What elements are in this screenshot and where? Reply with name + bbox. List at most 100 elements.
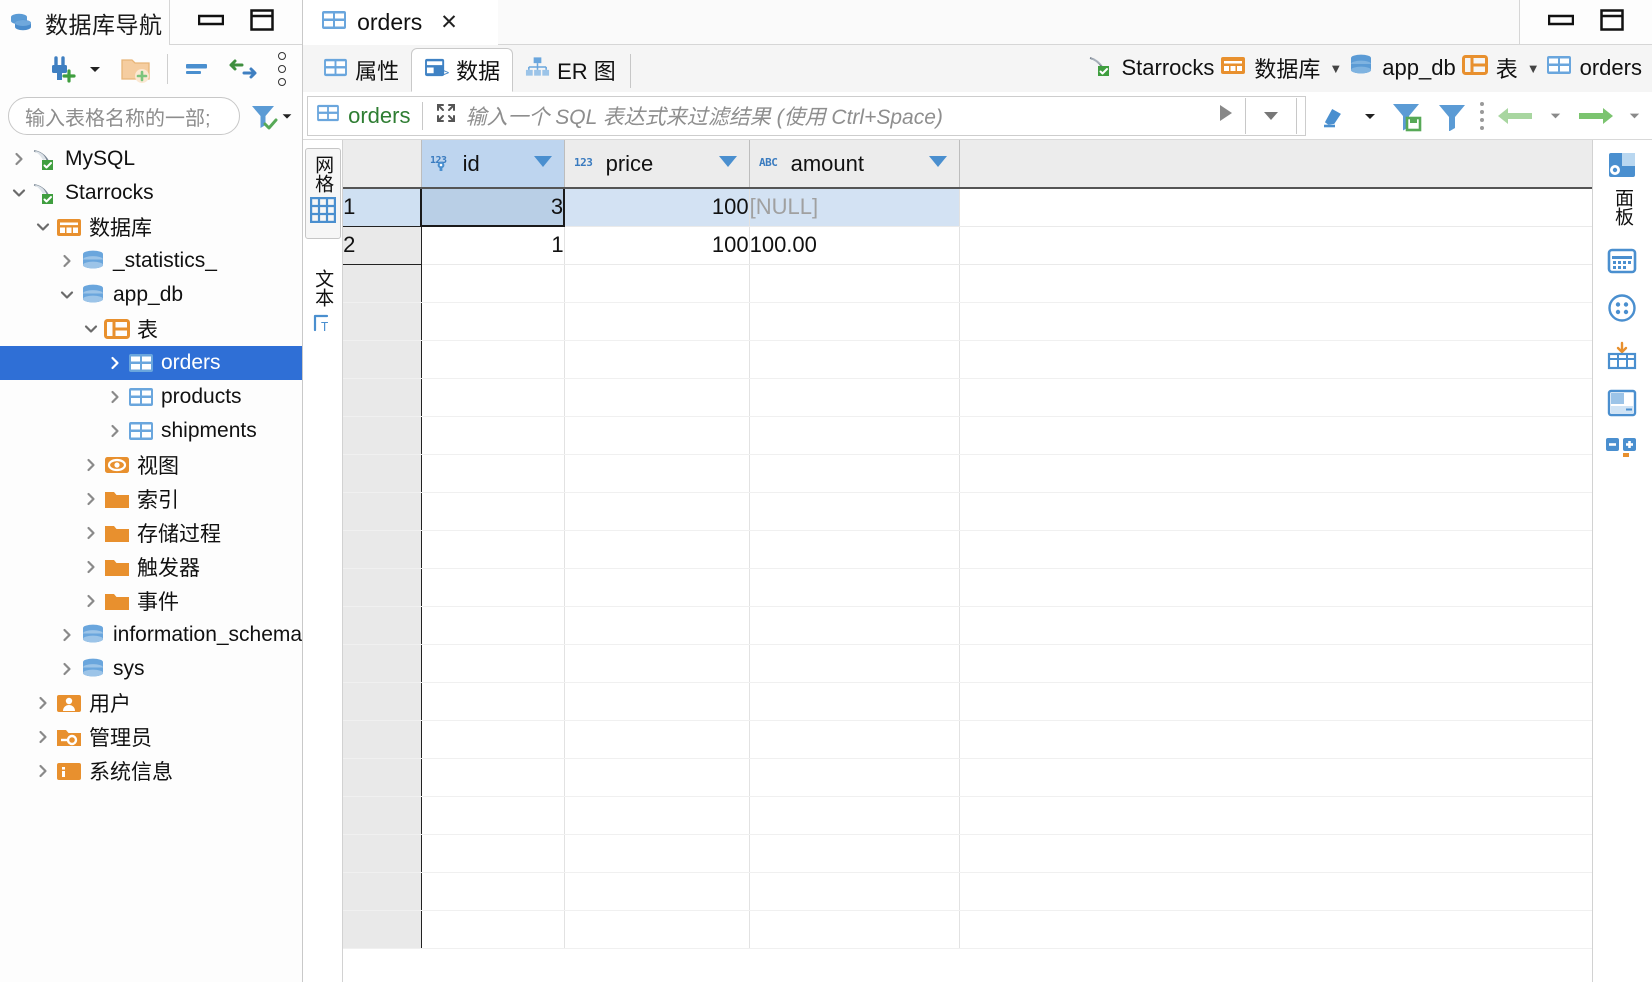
breadcrumb-item-databases[interactable]: 数据库 ▼ bbox=[1220, 52, 1342, 84]
cell-amount[interactable]: 100.00 bbox=[749, 226, 960, 265]
tree-item-products[interactable]: products bbox=[0, 380, 302, 414]
chevron-down-icon[interactable] bbox=[78, 320, 104, 338]
chevron-right-icon[interactable] bbox=[6, 150, 32, 168]
collapse-all-button[interactable] bbox=[178, 57, 216, 81]
cell-price[interactable]: 100 bbox=[564, 226, 750, 265]
chevron-down-icon[interactable] bbox=[1544, 108, 1567, 123]
data-grid[interactable]: 123 id 123 price ABC amount 1 3 100 [NUL… bbox=[343, 140, 1592, 982]
breadcrumb-item-schema[interactable]: app_db bbox=[1348, 53, 1456, 83]
panel-toggle[interactable]: 面板 bbox=[1606, 144, 1638, 238]
chevron-right-icon[interactable] bbox=[30, 762, 56, 780]
breadcrumb-item-connection[interactable]: Starrocks bbox=[1087, 53, 1214, 83]
chevron-down-icon[interactable]: ▼ bbox=[1329, 61, 1342, 76]
dots-circle-icon[interactable] bbox=[1607, 284, 1637, 332]
tree-item-事件[interactable]: 事件 bbox=[0, 584, 302, 618]
chevron-right-icon[interactable] bbox=[78, 490, 104, 508]
row-number[interactable]: 1 bbox=[343, 188, 422, 227]
editor-tab-orders[interactable]: orders ✕ bbox=[303, 0, 499, 45]
maximize-icon[interactable] bbox=[250, 8, 274, 37]
view-menu-button[interactable] bbox=[274, 51, 290, 86]
search-input[interactable]: 输入表格名称的一部; bbox=[8, 97, 241, 135]
triangle-down-icon[interactable] bbox=[925, 152, 951, 175]
view-tab-text[interactable]: 文本 T bbox=[305, 263, 341, 350]
grid-import-icon[interactable] bbox=[1607, 332, 1637, 380]
tree-item-app_db[interactable]: app_db bbox=[0, 278, 302, 312]
chevron-down-icon[interactable] bbox=[6, 184, 32, 202]
tree-item-索引[interactable]: 索引 bbox=[0, 482, 302, 516]
tree-item-表[interactable]: 表 bbox=[0, 312, 302, 346]
chevron-down-icon[interactable] bbox=[1623, 108, 1646, 123]
chevron-right-icon[interactable] bbox=[30, 728, 56, 746]
tab-er-diagram[interactable]: ER 图 bbox=[513, 48, 628, 92]
chevron-right-icon[interactable] bbox=[78, 558, 104, 576]
cell-id[interactable]: 3 bbox=[420, 187, 566, 227]
breadcrumb-item-table[interactable]: orders bbox=[1546, 54, 1642, 82]
tree-item-系统信息[interactable]: 系统信息 bbox=[0, 754, 302, 788]
chevron-right-icon[interactable] bbox=[78, 456, 104, 474]
triangle-down-icon[interactable] bbox=[715, 152, 741, 175]
calendar-icon[interactable] bbox=[1607, 238, 1637, 284]
tab-data[interactable]: <> 数据 bbox=[411, 48, 514, 92]
split-panel-icon[interactable] bbox=[1607, 380, 1637, 426]
filter-menu-button[interactable] bbox=[1476, 101, 1488, 130]
cell-id[interactable]: 1 bbox=[421, 226, 565, 265]
filter-dropdown-button[interactable] bbox=[1244, 97, 1297, 134]
breadcrumb-item-tables[interactable]: 表 ▼ bbox=[1461, 52, 1540, 84]
filter-settings-button[interactable] bbox=[248, 101, 294, 131]
clear-filter-button[interactable] bbox=[1314, 101, 1354, 131]
chevron-down-icon[interactable] bbox=[54, 286, 80, 304]
chevron-down-icon[interactable] bbox=[30, 218, 56, 236]
history-back-button[interactable] bbox=[1492, 103, 1540, 129]
chevron-right-icon[interactable] bbox=[78, 592, 104, 610]
play-icon[interactable] bbox=[1213, 101, 1237, 130]
minimize-icon[interactable] bbox=[197, 13, 225, 31]
chevron-down-icon[interactable]: ▼ bbox=[1527, 61, 1540, 76]
tree-item-管理员[interactable]: 管理员 bbox=[0, 720, 302, 754]
chevron-right-icon[interactable] bbox=[102, 354, 128, 372]
cell-amount[interactable]: [NULL] bbox=[749, 188, 960, 227]
new-connection-button[interactable] bbox=[41, 52, 83, 86]
table-row[interactable]: 1 3 100 [NULL] bbox=[343, 187, 1592, 227]
close-icon[interactable]: ✕ bbox=[440, 10, 458, 35]
chevron-down-icon[interactable] bbox=[1358, 108, 1382, 124]
column-header-amount[interactable]: ABC amount bbox=[749, 140, 960, 189]
new-folder-button[interactable] bbox=[115, 54, 157, 84]
cell-price[interactable]: 100 bbox=[564, 188, 750, 227]
table-row[interactable]: 2 1 100 100.00 bbox=[343, 226, 1592, 265]
tree-item-Starrocks[interactable]: Starrocks bbox=[0, 176, 302, 210]
tree-item-视图[interactable]: 视图 bbox=[0, 448, 302, 482]
chevron-right-icon[interactable] bbox=[54, 660, 80, 678]
filter-input[interactable]: orders 输入一个 SQL 表达式来过滤结果 (使用 Ctrl+Space) bbox=[307, 95, 1306, 136]
tree-item-shipments[interactable]: shipments bbox=[0, 414, 302, 448]
chevron-right-icon[interactable] bbox=[54, 626, 80, 644]
sync-editor-button[interactable] bbox=[222, 57, 264, 81]
plus-minus-icon[interactable] bbox=[1606, 426, 1638, 466]
chevron-right-icon[interactable] bbox=[30, 694, 56, 712]
save-filter-button[interactable] bbox=[1386, 100, 1428, 132]
tree-item-存储过程[interactable]: 存储过程 bbox=[0, 516, 302, 550]
tab-properties[interactable]: 属性 bbox=[311, 48, 411, 92]
tree-item-orders[interactable]: orders bbox=[0, 346, 303, 380]
triangle-down-icon[interactable] bbox=[530, 152, 556, 175]
chevron-right-icon[interactable] bbox=[78, 524, 104, 542]
tree-item-数据库[interactable]: 数据库 bbox=[0, 210, 302, 244]
expand-icon[interactable] bbox=[435, 102, 457, 129]
tree-item-sys[interactable]: sys bbox=[0, 652, 302, 686]
view-tab-grid[interactable]: 网格 bbox=[304, 148, 341, 239]
minimize-icon[interactable] bbox=[1547, 13, 1575, 31]
row-number[interactable]: 2 bbox=[343, 226, 422, 265]
column-header-price[interactable]: 123 price bbox=[564, 140, 750, 189]
tree-item-_statistics_[interactable]: _statistics_ bbox=[0, 244, 302, 278]
maximize-icon[interactable] bbox=[1600, 8, 1624, 37]
tree-item-information_schema[interactable]: information_schema bbox=[0, 618, 302, 652]
filter-button[interactable] bbox=[1432, 101, 1472, 131]
tree-item-触发器[interactable]: 触发器 bbox=[0, 550, 302, 584]
chevron-down-icon[interactable] bbox=[83, 61, 107, 77]
chevron-right-icon[interactable] bbox=[102, 422, 128, 440]
tree-item-MySQL[interactable]: MySQL bbox=[0, 142, 302, 176]
chevron-right-icon[interactable] bbox=[54, 252, 80, 270]
column-header-id[interactable]: 123 id bbox=[421, 140, 565, 189]
chevron-right-icon[interactable] bbox=[102, 388, 128, 406]
tree-item-用户[interactable]: 用户 bbox=[0, 686, 302, 720]
history-forward-button[interactable] bbox=[1571, 103, 1619, 129]
